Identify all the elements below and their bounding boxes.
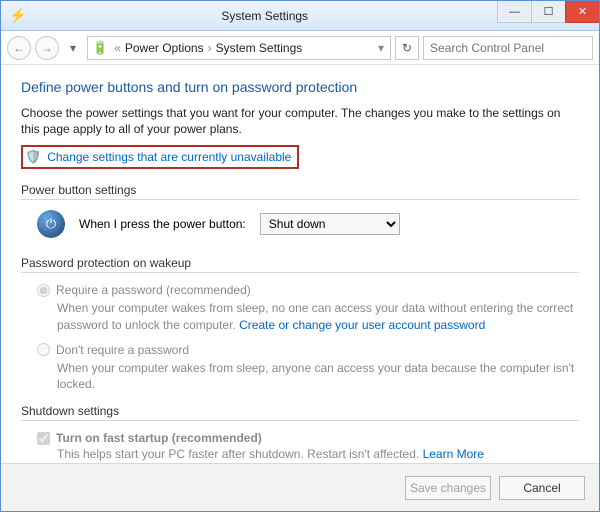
footer-bar: Save changes Cancel [1,463,599,511]
page-description: Choose the power settings that you want … [21,105,579,137]
dont-require-password-radio [37,343,50,356]
section-power-button-label: Power button settings [21,183,579,197]
fast-startup-checkbox [37,432,50,445]
shield-icon: 🛡️ [25,149,41,165]
section-shutdown-label: Shutdown settings [21,404,579,418]
app-icon: ⚡ [9,7,26,24]
divider [21,420,579,421]
minimize-button[interactable]: — [497,1,531,23]
section-password-label: Password protection on wakeup [21,256,579,270]
up-button[interactable]: ▾ [63,38,83,58]
cancel-button[interactable]: Cancel [499,476,585,500]
refresh-button[interactable]: ↻ [395,36,419,60]
window-controls: — ☐ ✕ [497,1,599,30]
maximize-button[interactable]: ☐ [531,1,565,23]
navigation-bar: ← → ▾ 🔋 « Power Options › System Setting… [1,31,599,65]
power-button-action-select[interactable]: Shut down [260,213,400,235]
breadcrumb-current[interactable]: System Settings [216,41,303,55]
dont-require-password-label: Don't require a password [56,343,189,357]
power-options-icon: 🔋 [92,40,108,56]
divider [21,199,579,200]
chevron-right-icon: › [206,41,214,55]
back-button[interactable]: ← [7,36,31,60]
window-titlebar: ⚡ System Settings — ☐ ✕ [1,1,599,31]
close-button[interactable]: ✕ [565,1,599,23]
breadcrumb-dropdown-icon[interactable]: ▾ [376,41,386,55]
require-password-block: Require a password (recommended) When yo… [21,283,579,392]
change-settings-link-row[interactable]: 🛡️ Change settings that are currently un… [21,145,299,169]
power-icon: ⏻ [37,210,65,238]
power-button-prompt: When I press the power button: [79,217,246,231]
breadcrumb[interactable]: 🔋 « Power Options › System Settings ▾ [87,36,391,60]
require-password-label: Require a password (recommended) [56,283,251,297]
fast-startup-description: This helps start your PC faster after sh… [21,447,579,461]
dont-require-password-description: When your computer wakes from sleep, any… [37,360,579,392]
require-password-radio-row: Require a password (recommended) [37,283,579,297]
power-button-row: ⏻ When I press the power button: Shut do… [21,210,579,238]
search-input[interactable] [423,36,593,60]
save-button: Save changes [405,476,491,500]
content-area: Define power buttons and turn on passwor… [1,65,599,463]
change-settings-link[interactable]: Change settings that are currently unava… [47,150,291,164]
learn-more-link[interactable]: Learn More [423,447,484,461]
fast-startup-row: Turn on fast startup (recommended) [21,431,579,445]
forward-button[interactable]: → [35,36,59,60]
dont-require-password-radio-row: Don't require a password [37,343,579,357]
page-title: Define power buttons and turn on passwor… [21,79,579,95]
fast-startup-label: Turn on fast startup (recommended) [56,431,262,445]
require-password-description: When your computer wakes from sleep, no … [37,300,579,332]
require-password-radio [37,284,50,297]
window-title: System Settings [32,9,497,23]
create-password-link[interactable]: Create or change your user account passw… [239,318,485,332]
chevron-icon: « [112,41,123,55]
divider [21,272,579,273]
breadcrumb-root[interactable]: Power Options [125,41,204,55]
